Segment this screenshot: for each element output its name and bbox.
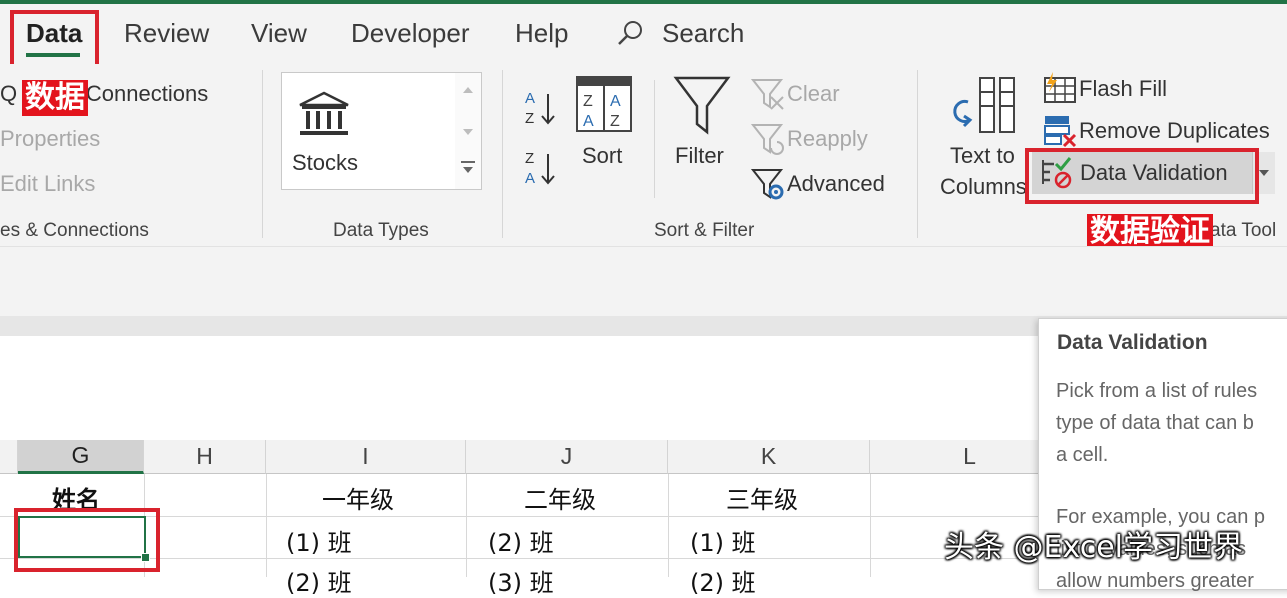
cell-i-row2[interactable]: (2) 班 [286,563,352,598]
watermark: 头条 @Excel学习世界 [944,530,1244,565]
tooltip-line: a cell. [1056,444,1109,466]
cell-j-header[interactable]: 二年级 [524,480,596,515]
group-label-data-types: Data Types [333,220,429,241]
sort-z-to-a-icon[interactable]: ZA [522,148,562,188]
svg-text:Z: Z [583,93,593,110]
group-label-data-tools: ata Tool [1210,220,1277,241]
column-header-h[interactable]: H [144,440,266,474]
stocks-gallery[interactable]: Stocks [281,72,457,190]
row-header-corner [0,440,18,474]
cell-j-row2[interactable]: (3) 班 [488,563,554,598]
highlight-data-validation [1025,148,1259,204]
advanced-filter-icon[interactable] [751,167,785,201]
highlight-data-tab [10,10,99,68]
chevron-down-icon[interactable] [1259,170,1269,176]
cell-i-row1[interactable]: (1) 班 [286,523,352,558]
tooltip-line: Pick from a list of rules [1056,380,1258,402]
gallery-more-arrow [463,167,473,173]
cell-k-row1[interactable]: (1) 班 [690,523,756,558]
grid-line [668,474,669,577]
group-separator [262,70,263,238]
svg-text:Z: Z [525,110,534,127]
column-header-j[interactable]: J [466,440,668,474]
svg-text:Z: Z [525,150,534,167]
sort-button[interactable]: Sort [582,143,622,169]
cell-i-header[interactable]: 一年级 [322,480,394,515]
scroll-down-icon[interactable] [463,129,473,135]
column-header-k[interactable]: K [668,440,870,474]
tab-help[interactable]: Help [515,18,568,49]
search-icon[interactable] [616,18,646,48]
tooltip-title: Data Validation [1057,331,1208,354]
properties-button[interactable]: Properties [0,126,100,152]
sort-a-to-z-icon[interactable]: AZ [522,88,562,128]
sort-dialog-icon[interactable]: ZAAZ [576,76,632,132]
flash-fill-icon[interactable] [1043,72,1077,104]
gallery-scroll[interactable] [455,72,482,190]
tab-view[interactable]: View [251,18,307,49]
svg-text:A: A [525,170,535,187]
grid-line [466,474,467,577]
edit-links-button[interactable]: Edit Links [0,171,95,197]
stocks-label: Stocks [292,150,359,175]
annotation-data-cn: 数据 [22,80,88,116]
advanced-button[interactable]: Advanced [787,171,885,197]
clear-filter-icon[interactable] [751,77,785,111]
tab-review[interactable]: Review [124,18,209,49]
grid-line [266,474,267,577]
ribbon-tab-bar: Data Review View Developer Help Search [0,4,1287,64]
search-box[interactable]: Search [662,18,744,49]
svg-text:A: A [610,93,621,110]
group-separator [502,70,503,238]
svg-text:A: A [583,113,594,130]
group-separator [917,70,918,238]
annotation-validation-cn: 数据验证 [1087,214,1213,250]
flash-fill-button[interactable]: Flash Fill [1079,76,1167,102]
group-label-sort-filter: Sort & Filter [654,220,755,241]
svg-text:Z: Z [610,113,620,130]
column-header-i[interactable]: I [266,440,466,474]
text-to-columns-icon[interactable] [950,76,1018,136]
filter-button[interactable]: Filter [675,143,724,169]
separator [654,80,655,198]
formula-bar-area [0,246,1287,317]
cell-k-header[interactable]: 三年级 [726,480,798,515]
tooltip-line: type of data that can b [1056,412,1254,434]
highlight-active-cell [14,508,160,572]
column-header-g[interactable]: G [18,440,144,474]
svg-text:A: A [525,90,535,107]
clear-button[interactable]: Clear [787,81,840,107]
tab-developer[interactable]: Developer [351,18,470,49]
gallery-more-icon[interactable] [461,161,475,163]
scroll-up-icon[interactable] [463,87,473,93]
grid-line [870,474,871,577]
remove-duplicates-button[interactable]: Remove Duplicates [1079,118,1270,144]
reapply-icon[interactable] [751,122,785,156]
reapply-button[interactable]: Reapply [787,126,868,152]
cell-j-row1[interactable]: (2) 班 [488,523,554,558]
filter-icon[interactable] [673,74,731,138]
remove-duplicates-icon[interactable] [1043,114,1077,148]
tooltip-line: allow numbers greater [1056,570,1254,592]
bank-icon [296,91,352,139]
cell-k-row2[interactable]: (2) 班 [690,563,756,598]
columns-label[interactable]: Columns [940,174,1027,200]
group-label-queries: es & Connections [0,220,149,241]
text-to-label[interactable]: Text to [950,143,1015,169]
